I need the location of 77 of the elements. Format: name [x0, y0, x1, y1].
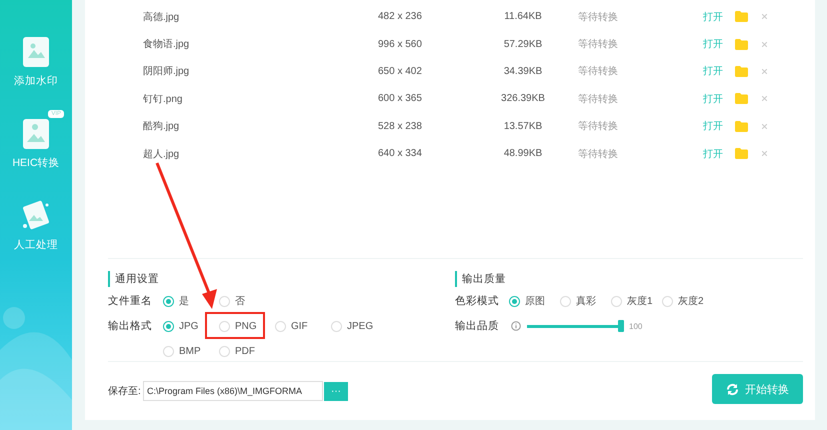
file-name: 高德.jpg — [143, 10, 180, 24]
radio-button[interactable] — [219, 346, 230, 356]
radio-option[interactable]: 灰度1 — [611, 295, 653, 307]
file-status: 等待转换 — [578, 10, 619, 24]
setting-label: 输出格式 — [108, 319, 153, 334]
folder-icon[interactable] — [735, 38, 748, 50]
image-dimensions: 650 x 402 — [378, 66, 423, 77]
info-icon[interactable] — [511, 321, 521, 331]
file-name: 食物语.jpg — [143, 38, 190, 52]
picture-icon — [20, 200, 52, 232]
close-icon[interactable] — [762, 124, 767, 129]
file-name: 阴阳师.jpg — [143, 65, 190, 78]
file-status: 等待转换 — [578, 148, 619, 161]
refresh-icon — [726, 382, 739, 396]
radio-button[interactable] — [560, 296, 571, 306]
file-name: 酷狗.jpg — [143, 120, 180, 134]
close-icon[interactable] — [762, 14, 767, 20]
file-status: 等待转换 — [578, 38, 619, 52]
file-status: 等待转换 — [578, 120, 619, 134]
folder-icon[interactable] — [735, 11, 748, 22]
file-size: 326.39KB — [500, 93, 546, 104]
radio-option[interactable]: GIF — [275, 320, 308, 332]
section-title: 通用设置 — [108, 271, 455, 287]
setting-label: 文件重名 — [108, 294, 153, 309]
slider-thumb[interactable] — [618, 320, 624, 332]
radio-button[interactable] — [331, 320, 342, 332]
radio-button[interactable] — [163, 346, 174, 356]
radio-button[interactable] — [219, 320, 230, 332]
radio-button[interactable] — [163, 296, 174, 306]
radio-option[interactable]: 原图 — [509, 295, 545, 307]
quality-value: 100 — [629, 322, 642, 330]
file-size: 34.39KB — [502, 66, 544, 77]
file-size: 11.64KB — [503, 11, 543, 22]
image-dimensions: 482 x 236 — [378, 11, 423, 22]
file-name: 超人.jpg — [143, 148, 180, 161]
radio-option[interactable]: 真彩 — [560, 295, 596, 307]
setting-label: 输出品质 — [455, 319, 500, 333]
folder-icon[interactable] — [735, 66, 748, 77]
radio-option[interactable]: PDF — [219, 345, 255, 357]
save-label: 保存至: — [108, 385, 139, 398]
file-size: 57.29KB — [502, 38, 544, 50]
file-status: 等待转换 — [578, 92, 619, 106]
picture-icon — [22, 118, 50, 150]
close-icon[interactable] — [762, 96, 767, 102]
file-name: 钉钉.png — [143, 92, 184, 106]
setting-label: 色彩模式 — [455, 294, 500, 308]
file-size: 48.99KB — [502, 148, 544, 160]
folder-icon[interactable] — [735, 93, 748, 104]
highlight-frame — [205, 312, 265, 339]
radio-button[interactable] — [219, 296, 230, 306]
close-icon[interactable] — [762, 151, 767, 156]
folder-icon[interactable] — [735, 120, 748, 132]
radio-button[interactable] — [163, 320, 174, 332]
file-size: 13.57KB — [502, 120, 544, 132]
picture-icon — [22, 36, 50, 68]
path-field[interactable]: C:\Program Files (x86)\M_IMGFORMA — [143, 381, 323, 401]
radio-option[interactable]: JPEG — [331, 320, 374, 332]
radio-button[interactable] — [509, 296, 520, 306]
close-icon[interactable] — [762, 42, 767, 47]
file-status: 等待转换 — [578, 64, 619, 78]
folder-icon[interactable] — [735, 148, 748, 160]
radio-option[interactable]: JPG — [163, 320, 198, 332]
image-dimensions: 528 x 238 — [378, 120, 423, 132]
image-dimensions: 996 x 560 — [378, 38, 423, 50]
radio-button[interactable] — [611, 296, 622, 306]
image-dimensions: 640 x 334 — [378, 148, 423, 160]
section-title: 输出质量 — [455, 271, 803, 287]
radio-option[interactable]: PNG — [219, 320, 257, 332]
close-icon[interactable] — [762, 68, 767, 74]
radio-option[interactable]: 否 — [219, 295, 245, 307]
radio-button[interactable] — [275, 320, 286, 332]
radio-option[interactable]: 灰度2 — [662, 295, 704, 307]
radio-button[interactable] — [662, 296, 673, 306]
radio-option[interactable]: 是 — [163, 295, 189, 307]
slider-track[interactable] — [524, 320, 624, 332]
radio-option[interactable]: BMP — [163, 345, 201, 357]
image-dimensions: 600 x 365 — [378, 93, 423, 104]
